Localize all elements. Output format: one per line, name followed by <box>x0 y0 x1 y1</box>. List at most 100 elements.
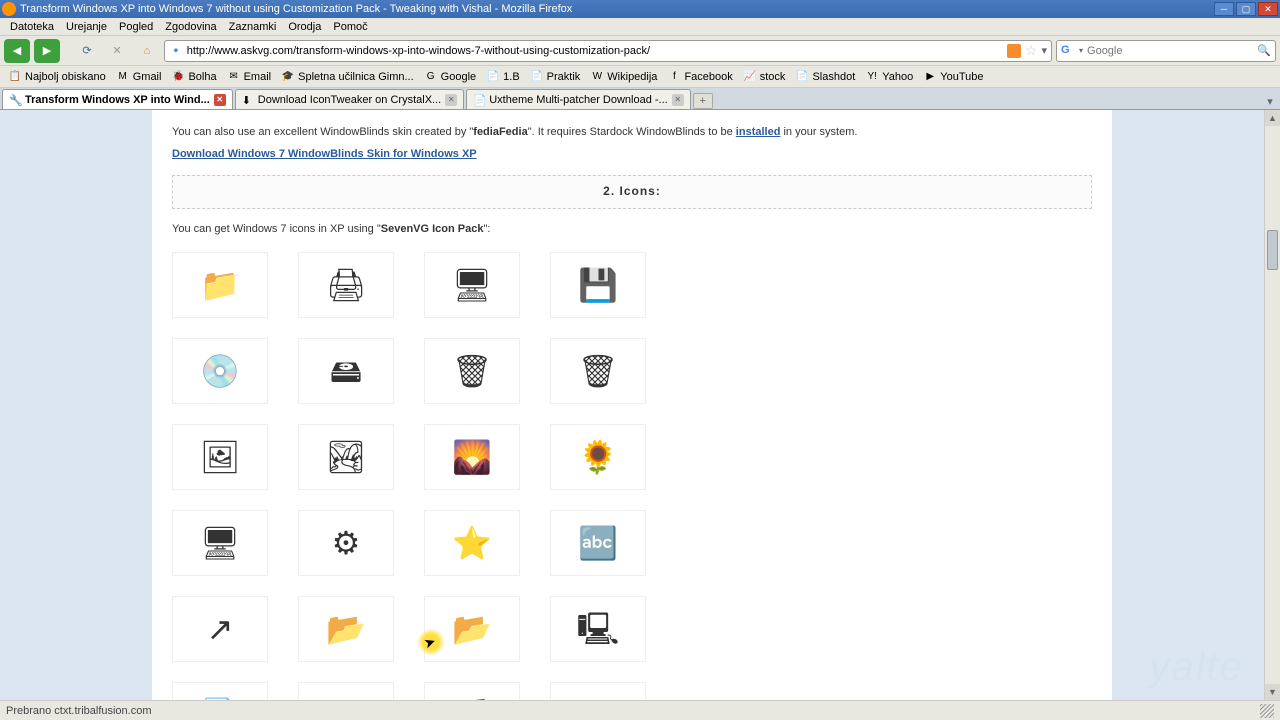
url-dropdown-icon[interactable]: ▾ <box>1041 44 1047 57</box>
bookmark-icon: 🐞 <box>171 70 185 84</box>
bookmark-1-b[interactable]: 📄1.B <box>482 70 524 84</box>
forward-button[interactable]: ▶ <box>34 39 60 63</box>
flower-icon: 🌻 <box>550 424 646 490</box>
cd-drive-icon: 💿 <box>172 338 268 404</box>
back-button[interactable]: ◀ <box>4 39 30 63</box>
scroll-up-icon[interactable]: ▲ <box>1265 110 1280 126</box>
search-engine-dropdown-icon[interactable]: ▾ <box>1079 46 1083 55</box>
bookmark-icon: M <box>116 70 130 84</box>
firefox-icon <box>2 2 16 16</box>
bookmark-slashdot[interactable]: 📄Slashdot <box>791 70 859 84</box>
bookmark-najbolj-obiskano[interactable]: 📋Najbolj obiskano <box>4 70 110 84</box>
search-input[interactable] <box>1087 45 1253 57</box>
article-body: You can also use an excellent WindowBlin… <box>152 110 1112 700</box>
bookmark-wikipedija[interactable]: WWikipedija <box>586 70 661 84</box>
bookmark-spletna-u-ilnica-gimn-[interactable]: 🎓Spletna učilnica Gimn... <box>277 70 418 84</box>
menu-zaznamki[interactable]: Zaznamki <box>223 21 283 33</box>
bookmark-icon: 📄 <box>795 70 809 84</box>
menu-zgodovina[interactable]: Zgodovina <box>159 21 222 33</box>
bookmark-praktik[interactable]: 📄Praktik <box>526 70 585 84</box>
para1-author: fediaFedia <box>473 126 527 138</box>
url-input[interactable] <box>187 45 1003 57</box>
bookmark-icon: 📈 <box>743 70 757 84</box>
bookmark-facebook[interactable]: fFacebook <box>663 70 736 84</box>
home-button[interactable]: ⌂ <box>134 39 160 63</box>
floppy-icon: 💾 <box>550 252 646 318</box>
bookmark-icon: 📄 <box>530 70 544 84</box>
bookmark-star-icon[interactable]: ☆ <box>1025 42 1038 59</box>
menu-pomoč[interactable]: Pomoč <box>327 21 373 33</box>
tab-favicon: ⬇ <box>242 94 254 106</box>
status-text: Prebrano ctxt.tribalfusion.com <box>6 705 152 717</box>
menubar: DatotekaUrejanjePogledZgodovinaZaznamkiO… <box>0 18 1280 36</box>
video-icon: 🎞 <box>550 682 646 700</box>
url-bar[interactable]: 🔹 ☆ ▾ <box>164 40 1052 62</box>
content-viewport: You can also use an excellent WindowBlin… <box>0 110 1264 700</box>
tab-favicon: 🔧 <box>9 94 21 106</box>
image-1-icon: 🏞 <box>298 424 394 490</box>
folder-options-icon: 📂 <box>298 596 394 662</box>
search-go-icon[interactable]: 🔍 <box>1257 44 1271 57</box>
bookmark-icon: 🎓 <box>281 70 295 84</box>
folder-icon: 📁 <box>172 252 268 318</box>
control-panel-icon: 🖥 <box>424 252 520 318</box>
rss-icon[interactable] <box>1007 44 1021 58</box>
tab-close-icon[interactable]: ✕ <box>672 94 684 106</box>
recycle-empty-icon: 🗑 <box>424 338 520 404</box>
fonts-icon: 🔤 <box>550 510 646 576</box>
icon-preview-grid: 📁🖨🖥💾💿🖴🗑🗑🖼🏞🌄🌻🖥⚙⭐🔤↗📂📂🖳📄💻🎵🎞 <box>172 252 1092 700</box>
favorites-icon: ⭐ <box>424 510 520 576</box>
menu-urejanje[interactable]: Urejanje <box>60 21 113 33</box>
bookmark-stock[interactable]: 📈stock <box>739 70 790 84</box>
scroll-down-icon[interactable]: ▼ <box>1265 684 1280 700</box>
printer-icon: 🖨 <box>298 252 394 318</box>
menu-datoteka[interactable]: Datoteka <box>4 21 60 33</box>
shortcut-icon: ↗ <box>172 596 268 662</box>
reload-button[interactable]: ⟳ <box>74 39 100 63</box>
minimize-button[interactable]: ─ <box>1214 2 1234 16</box>
bookmark-yahoo[interactable]: Y!Yahoo <box>861 70 917 84</box>
new-tab-button[interactable]: + <box>693 93 713 109</box>
bookmark-icon: Y! <box>865 70 879 84</box>
watermark: yalte <box>1150 645 1245 690</box>
bookmark-google[interactable]: GGoogle <box>420 70 480 84</box>
hard-drive-icon: 🖴 <box>298 338 394 404</box>
site-identity-icon[interactable]: 🔹 <box>169 44 183 57</box>
section-header-icons: 2. Icons: <box>172 175 1092 209</box>
tab-close-icon[interactable]: ✕ <box>214 94 226 106</box>
tab-0[interactable]: 🔧Transform Windows XP into Wind...✕ <box>2 89 233 109</box>
tab-overflow-icon[interactable]: ▾ <box>1262 93 1278 109</box>
tab-close-icon[interactable]: ✕ <box>445 94 457 106</box>
vertical-scrollbar[interactable]: ▲ ▼ <box>1264 110 1280 700</box>
scroll-thumb[interactable] <box>1267 230 1278 270</box>
bookmark-icon: G <box>424 70 438 84</box>
window-titlebar: Transform Windows XP into Windows 7 with… <box>0 0 1280 18</box>
maximize-button[interactable]: ▢ <box>1236 2 1256 16</box>
bookmarks-toolbar: 📋Najbolj obiskanoMGmail🐞Bolha✉Email🎓Sple… <box>0 66 1280 88</box>
bookmark-youtube[interactable]: ▶YouTube <box>919 70 987 84</box>
bookmark-icon: 📋 <box>8 70 22 84</box>
image-2-icon: 🌄 <box>424 424 520 490</box>
bookmark-bolha[interactable]: 🐞Bolha <box>167 70 220 84</box>
download-windowblinds-link[interactable]: Download Windows 7 WindowBlinds Skin for… <box>172 148 477 160</box>
menu-pogled[interactable]: Pogled <box>113 21 159 33</box>
pictures-icon: 🖼 <box>172 424 268 490</box>
bookmark-icon: ▶ <box>923 70 937 84</box>
tab-2[interactable]: 📄Uxtheme Multi-patcher Download -...✕ <box>466 89 691 109</box>
bookmark-gmail[interactable]: MGmail <box>112 70 166 84</box>
google-icon: G <box>1061 44 1075 58</box>
resize-grip-icon[interactable] <box>1260 704 1274 718</box>
search-box[interactable]: G ▾ 🔍 <box>1056 40 1276 62</box>
bookmark-icon: f <box>667 70 681 84</box>
tab-1[interactable]: ⬇Download IconTweaker on CrystalX...✕ <box>235 89 464 109</box>
installed-link[interactable]: installed <box>736 126 781 138</box>
stop-button[interactable]: ✕ <box>104 39 130 63</box>
bookmark-icon: W <box>590 70 604 84</box>
nav-toolbar: ◀ ▶ ⟳ ✕ ⌂ 🔹 ☆ ▾ G ▾ 🔍 <box>0 36 1280 66</box>
menu-orodja[interactable]: Orodja <box>282 21 327 33</box>
icon-pack-name: SevenVG Icon Pack <box>381 223 484 235</box>
tab-label: Uxtheme Multi-patcher Download -... <box>489 94 668 106</box>
settings-icon: ⚙ <box>298 510 394 576</box>
bookmark-email[interactable]: ✉Email <box>223 70 276 84</box>
close-button[interactable]: ✕ <box>1258 2 1278 16</box>
